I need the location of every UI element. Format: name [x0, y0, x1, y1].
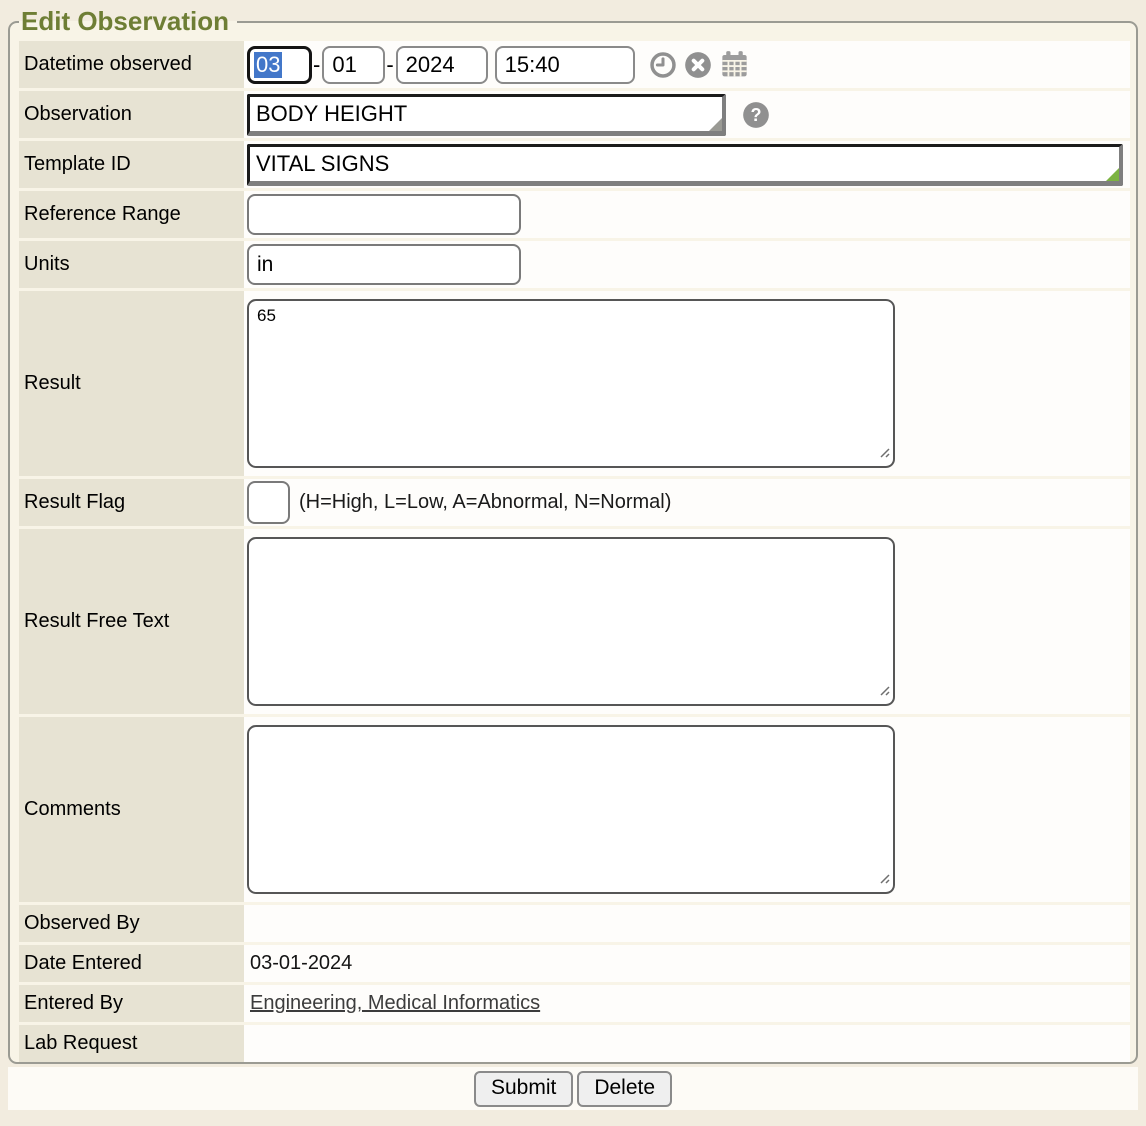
result-textarea-wrap: 65	[247, 299, 895, 468]
result-flag-hint: (H=High, L=Low, A=Abnormal, N=Normal)	[299, 491, 671, 514]
template-id-label: Template ID	[19, 141, 244, 188]
row-template-id: Template ID	[19, 141, 1130, 188]
lab-request-label: Lab Request	[19, 1025, 244, 1062]
observation-input[interactable]	[247, 94, 726, 136]
row-date-entered: Date Entered 03-01-2024	[19, 945, 1130, 982]
date-separator: -	[386, 52, 393, 78]
units-label: Units	[19, 241, 244, 288]
units-value-cell	[244, 241, 1130, 288]
lab-request-value-cell	[244, 1025, 1130, 1062]
edit-observation-page: Edit Observation Datetime observed 03 - …	[0, 0, 1146, 1126]
entered-by-label: Entered By	[19, 985, 244, 1022]
datetime-observed-value-cell: 03 - -	[244, 41, 1130, 88]
result-value-cell: 65	[244, 291, 1130, 476]
edit-observation-form: Edit Observation Datetime observed 03 - …	[8, 6, 1138, 1064]
comments-label: Comments	[19, 717, 244, 902]
datetime-icon-group	[649, 49, 750, 80]
clear-icon[interactable]	[684, 51, 712, 79]
reference-range-value-cell	[244, 191, 1130, 238]
time-input[interactable]	[495, 46, 635, 84]
result-free-text-textarea[interactable]	[247, 537, 895, 706]
template-id-input-wrap	[247, 144, 1123, 186]
row-datetime-observed: Datetime observed 03 - -	[19, 41, 1130, 88]
result-flag-label: Result Flag	[19, 479, 244, 526]
comments-value-cell	[244, 717, 1130, 902]
entered-by-link[interactable]: Engineering, Medical Informatics	[247, 992, 540, 1015]
units-input[interactable]	[247, 244, 521, 285]
form-button-bar: Submit Delete	[8, 1067, 1138, 1110]
row-result-flag: Result Flag (H=High, L=Low, A=Abnormal, …	[19, 479, 1130, 526]
result-free-text-textarea-wrap	[247, 537, 895, 706]
row-result: Result 65	[19, 291, 1130, 476]
autocomplete-corner-icon	[709, 118, 722, 131]
template-id-input[interactable]	[247, 144, 1123, 186]
result-free-text-label: Result Free Text	[19, 529, 244, 714]
row-result-free-text: Result Free Text	[19, 529, 1130, 714]
result-flag-input[interactable]	[247, 481, 290, 524]
datetime-observed-label: Datetime observed	[19, 41, 244, 88]
row-reference-range: Reference Range	[19, 191, 1130, 238]
date-entered-label: Date Entered	[19, 945, 244, 982]
submit-button[interactable]: Submit	[474, 1071, 573, 1107]
month-selected-text: 03	[254, 52, 282, 78]
row-observed-by: Observed By	[19, 905, 1130, 942]
autocomplete-matched-corner-icon	[1106, 168, 1119, 181]
date-entered-value-cell: 03-01-2024	[244, 945, 1130, 982]
reference-range-label: Reference Range	[19, 191, 244, 238]
comments-textarea-wrap	[247, 725, 895, 894]
day-input[interactable]	[322, 46, 385, 84]
result-label: Result	[19, 291, 244, 476]
calendar-icon[interactable]	[719, 49, 750, 80]
observed-by-value-cell	[244, 905, 1130, 942]
row-lab-request: Lab Request	[19, 1025, 1130, 1062]
template-id-value-cell	[244, 141, 1130, 188]
page-title: Edit Observation	[19, 6, 237, 37]
observation-label: Observation	[19, 91, 244, 138]
svg-text:?: ?	[750, 105, 761, 125]
comments-textarea[interactable]	[247, 725, 895, 894]
year-input[interactable]	[396, 46, 488, 84]
observation-value-cell: ?	[244, 91, 1130, 138]
observation-input-wrap	[247, 94, 726, 136]
help-icon[interactable]: ?	[742, 101, 770, 129]
result-free-text-value-cell	[244, 529, 1130, 714]
row-comments: Comments	[19, 717, 1130, 902]
date-entered-value: 03-01-2024	[247, 952, 352, 975]
reference-range-input[interactable]	[247, 194, 521, 235]
entered-by-value-cell: Engineering, Medical Informatics	[244, 985, 1130, 1022]
result-flag-value-cell: (H=High, L=Low, A=Abnormal, N=Normal)	[244, 479, 1130, 526]
month-input[interactable]: 03	[247, 46, 312, 84]
row-units: Units	[19, 241, 1130, 288]
clock-icon[interactable]	[649, 51, 677, 79]
row-observation: Observation ?	[19, 91, 1130, 138]
row-entered-by: Entered By Engineering, Medical Informat…	[19, 985, 1130, 1022]
observed-by-label: Observed By	[19, 905, 244, 942]
date-separator: -	[313, 52, 320, 78]
delete-button[interactable]: Delete	[577, 1071, 672, 1107]
result-textarea[interactable]: 65	[247, 299, 895, 468]
